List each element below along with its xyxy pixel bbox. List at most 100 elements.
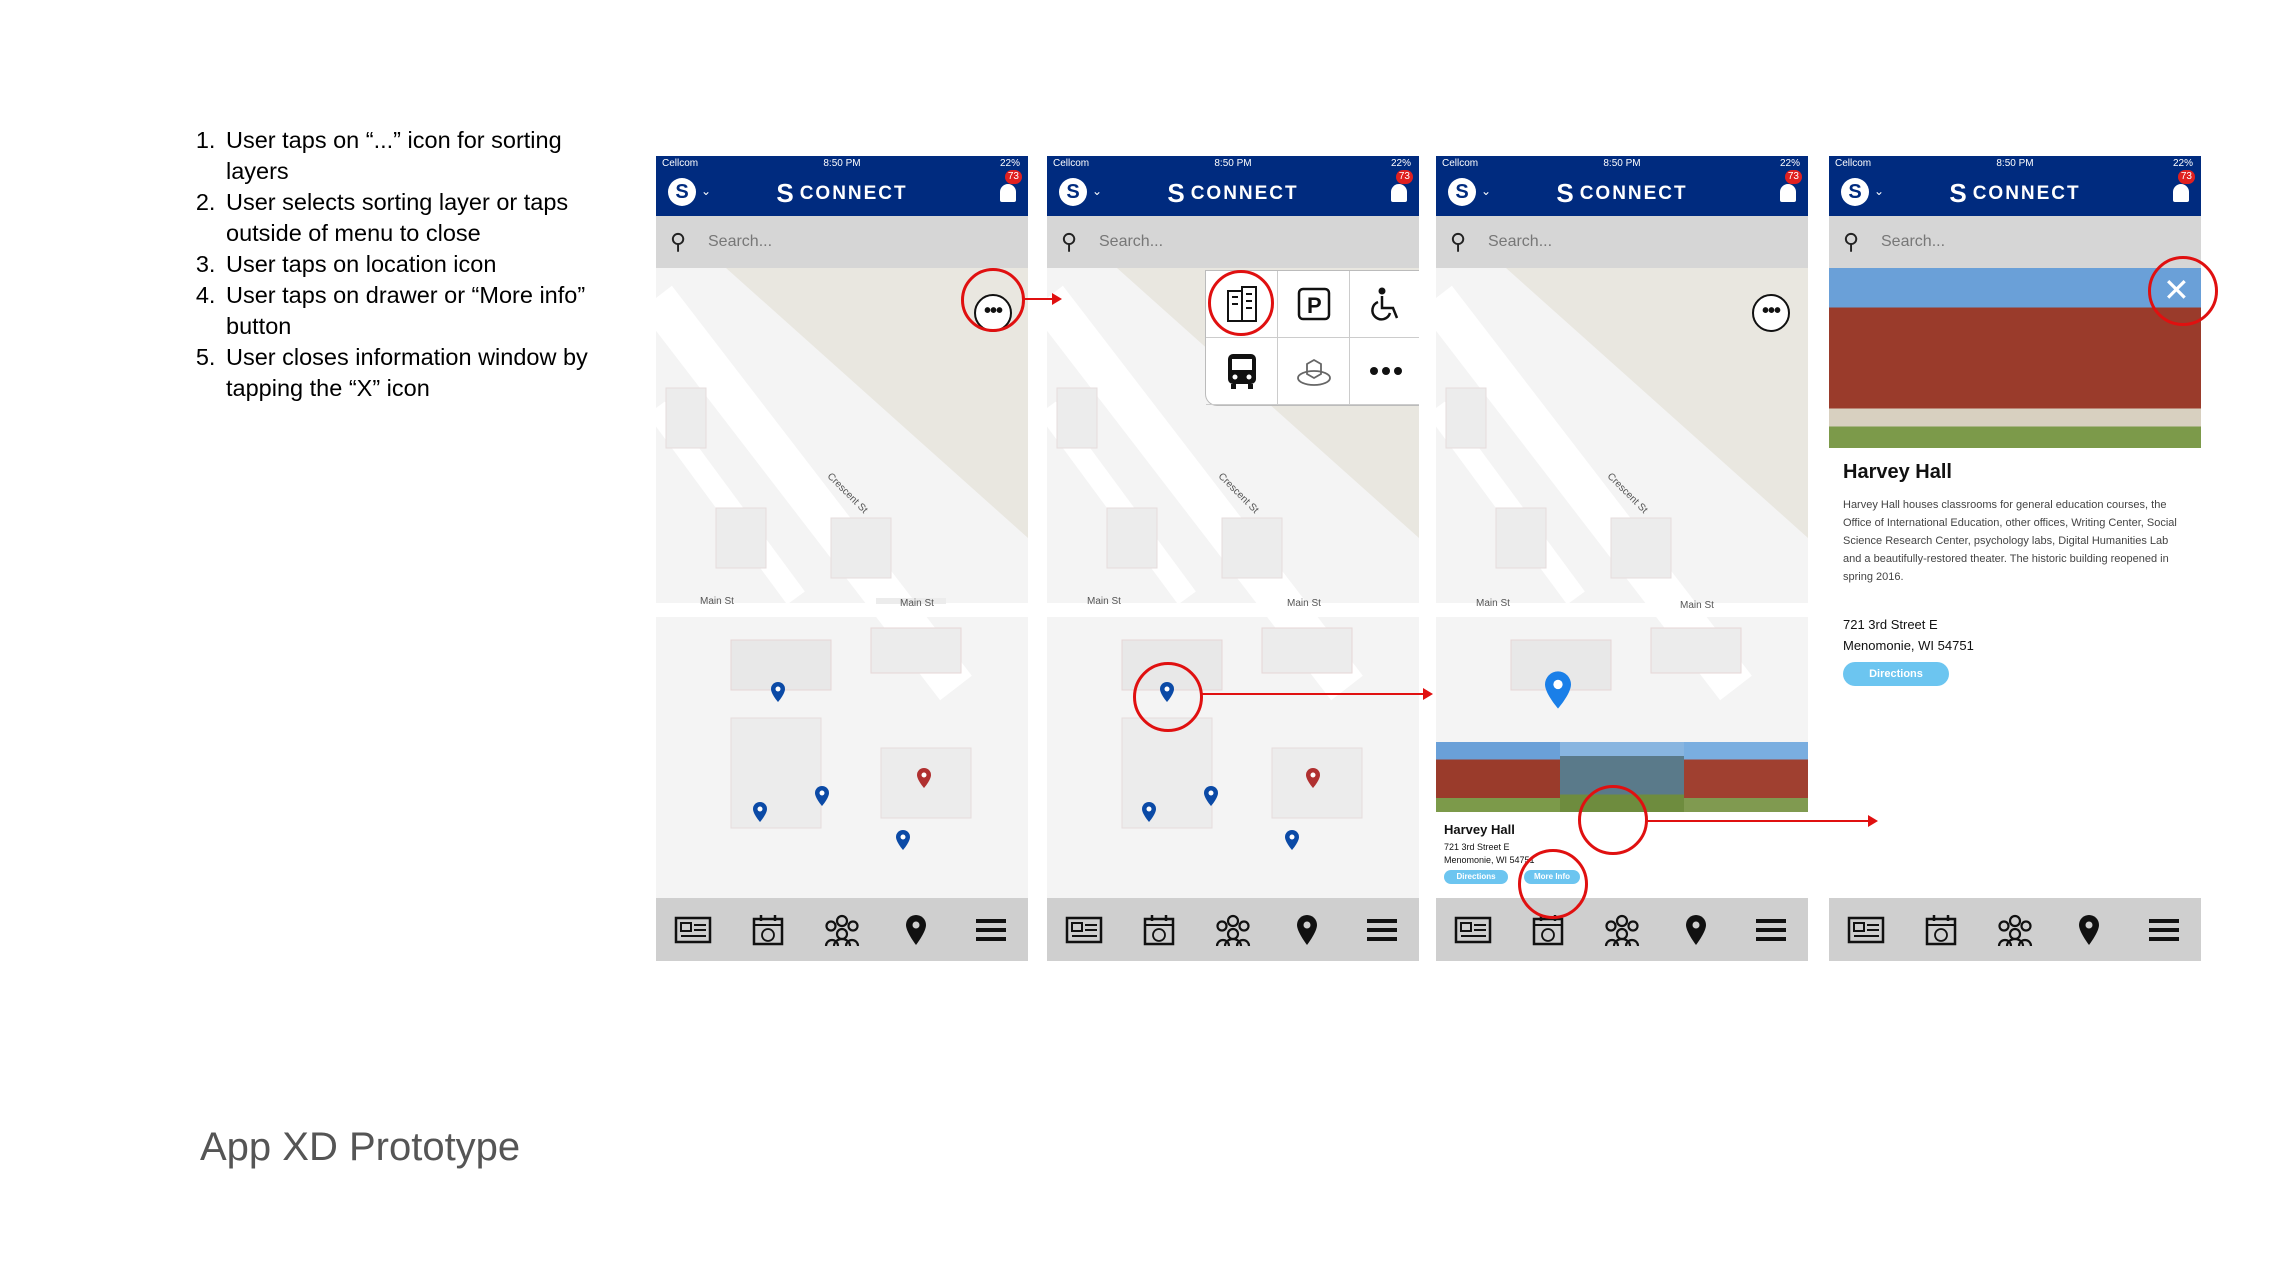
brand-title: S CONNECT	[776, 178, 908, 208]
search-bar[interactable]: ⚲ Search...	[1829, 216, 2201, 268]
address-line: 721 3rd Street E	[1444, 842, 1510, 852]
location-pin-icon[interactable]	[815, 786, 829, 806]
clock-label: 8:50 PM	[1214, 158, 1252, 169]
search-input[interactable]: Search...	[1488, 233, 1552, 251]
building-title: Harvey Hall	[1843, 461, 1952, 483]
status-bar: Cellcom 8:50 PM 22%	[1047, 158, 1419, 172]
news-icon[interactable]	[1846, 910, 1886, 950]
brand-label: CONNECT	[1579, 183, 1688, 204]
menu-icon[interactable]	[2144, 910, 2184, 950]
menu-icon[interactable]	[1751, 910, 1791, 950]
drawer-address: 721 3rd Street E Menomonie, WI 54751	[1444, 841, 1535, 867]
status-bar: Cellcom 8:50 PM 22%	[1436, 158, 1808, 172]
news-icon[interactable]	[673, 910, 713, 950]
map-graphic	[656, 268, 1028, 829]
package-icon[interactable]	[1278, 338, 1350, 405]
calendar-icon[interactable]	[1921, 910, 1961, 950]
street-label: Main St	[1087, 596, 1121, 607]
svg-text:P: P	[1307, 293, 1322, 318]
groups-icon[interactable]	[1602, 910, 1642, 950]
flow-arrow	[1200, 688, 1433, 700]
app-header: Cellcom 8:50 PM 22% S ⌄ S CONNECT 73	[1047, 156, 1419, 216]
search-input[interactable]: Search...	[1099, 233, 1163, 251]
highlight-ring	[1208, 270, 1274, 336]
phone-screen-4: Cellcom 8:50 PM 22% S ⌄ S CONNECT 73 ⚲ Se…	[1829, 156, 2201, 961]
highlight-ring	[1578, 785, 1648, 855]
street-label: Main St	[900, 598, 934, 609]
street-label: Main St	[1476, 598, 1510, 609]
brand-title: S CONNECT	[1949, 178, 2081, 208]
building-photo	[1436, 742, 1560, 812]
status-bar: Cellcom 8:50 PM 22%	[1829, 158, 2201, 172]
slide-caption: App XD Prototype	[200, 1125, 521, 1169]
flow-arrow	[1022, 293, 1062, 305]
search-bar[interactable]: ⚲ Search...	[1047, 216, 1419, 268]
bell-icon[interactable]	[2173, 184, 2189, 202]
street-label: Main St	[700, 596, 734, 607]
app-header: Cellcom 8:50 PM 22% S ⌄ S CONNECT 73	[656, 156, 1028, 216]
selected-location-pin-icon[interactable]	[1545, 670, 1571, 710]
location-icon[interactable]	[2069, 910, 2109, 950]
brand-title: S CONNECT	[1167, 178, 1299, 208]
app-header: Cellcom 8:50 PM 22% S ⌄ S CONNECT 73	[1436, 156, 1808, 216]
location-pin-icon[interactable]	[771, 682, 785, 702]
bell-icon[interactable]	[1780, 184, 1796, 202]
bus-icon[interactable]	[1206, 338, 1278, 405]
parking-icon[interactable]: P	[1278, 271, 1350, 338]
calendar-icon[interactable]	[748, 910, 788, 950]
location-pin-icon[interactable]	[1285, 830, 1299, 850]
location-pin-icon[interactable]	[1306, 768, 1320, 788]
street-label: Main St	[1680, 600, 1714, 611]
building-hero-photo	[1829, 268, 2201, 448]
step-item: User taps on drawer or “More info” butto…	[222, 280, 622, 342]
location-pin-icon[interactable]	[896, 830, 910, 850]
location-pin-icon[interactable]	[753, 802, 767, 822]
search-input[interactable]: Search...	[1881, 233, 1945, 251]
address-line: Menomonie, WI 54751	[1843, 638, 1974, 653]
building-description: Harvey Hall houses classrooms for genera…	[1843, 499, 2177, 583]
notification-badge: 73	[1784, 170, 1802, 184]
step-item: User taps on location icon	[222, 249, 622, 280]
location-pin-icon[interactable]	[1204, 786, 1218, 806]
location-icon[interactable]	[1676, 910, 1716, 950]
search-icon: ⚲	[1843, 229, 1860, 254]
clock-label: 8:50 PM	[1996, 158, 2034, 169]
location-pin-icon[interactable]	[917, 768, 931, 788]
brand-title: S CONNECT	[1556, 178, 1688, 208]
groups-icon[interactable]	[1995, 910, 2035, 950]
search-icon: ⚲	[670, 229, 687, 254]
search-bar[interactable]: ⚲ Search...	[656, 216, 1028, 268]
location-pin-icon[interactable]	[1142, 802, 1156, 822]
search-input[interactable]: Search...	[708, 233, 772, 251]
highlight-ring	[2148, 256, 2218, 326]
highlight-ring	[1518, 849, 1588, 919]
bell-icon[interactable]	[1391, 184, 1407, 202]
bell-icon[interactable]	[1000, 184, 1016, 202]
battery-label: 22%	[999, 158, 1020, 169]
location-icon[interactable]	[1287, 910, 1327, 950]
status-bar: Cellcom 8:50 PM 22%	[656, 158, 1028, 172]
news-icon[interactable]	[1453, 910, 1493, 950]
search-bar[interactable]: ⚲ Search...	[1436, 216, 1808, 268]
location-icon[interactable]	[896, 910, 936, 950]
directions-button[interactable]: Directions	[1843, 662, 1949, 686]
groups-icon[interactable]	[822, 910, 862, 950]
campus-map[interactable]: Crescent St Main St Main St •••	[656, 268, 1028, 898]
notification-badge: 73	[1395, 170, 1413, 184]
drawer-title: Harvey Hall	[1444, 822, 1515, 837]
accessibility-icon[interactable]	[1350, 271, 1419, 338]
search-icon: ⚲	[1450, 229, 1467, 254]
flow-arrow	[1645, 815, 1878, 827]
groups-icon[interactable]	[1213, 910, 1253, 950]
more-icon[interactable]	[1350, 338, 1419, 405]
directions-button[interactable]: Directions	[1444, 870, 1508, 884]
news-icon[interactable]	[1064, 910, 1104, 950]
calendar-icon[interactable]	[1139, 910, 1179, 950]
building-photo	[1684, 742, 1808, 812]
battery-label: 22%	[2172, 158, 2193, 169]
menu-icon[interactable]	[1362, 910, 1402, 950]
street-label: Main St	[1287, 598, 1321, 609]
menu-icon[interactable]	[971, 910, 1011, 950]
layers-more-button[interactable]: •••	[1752, 294, 1790, 332]
step-item: User taps on “...” icon for sorting laye…	[222, 125, 622, 187]
